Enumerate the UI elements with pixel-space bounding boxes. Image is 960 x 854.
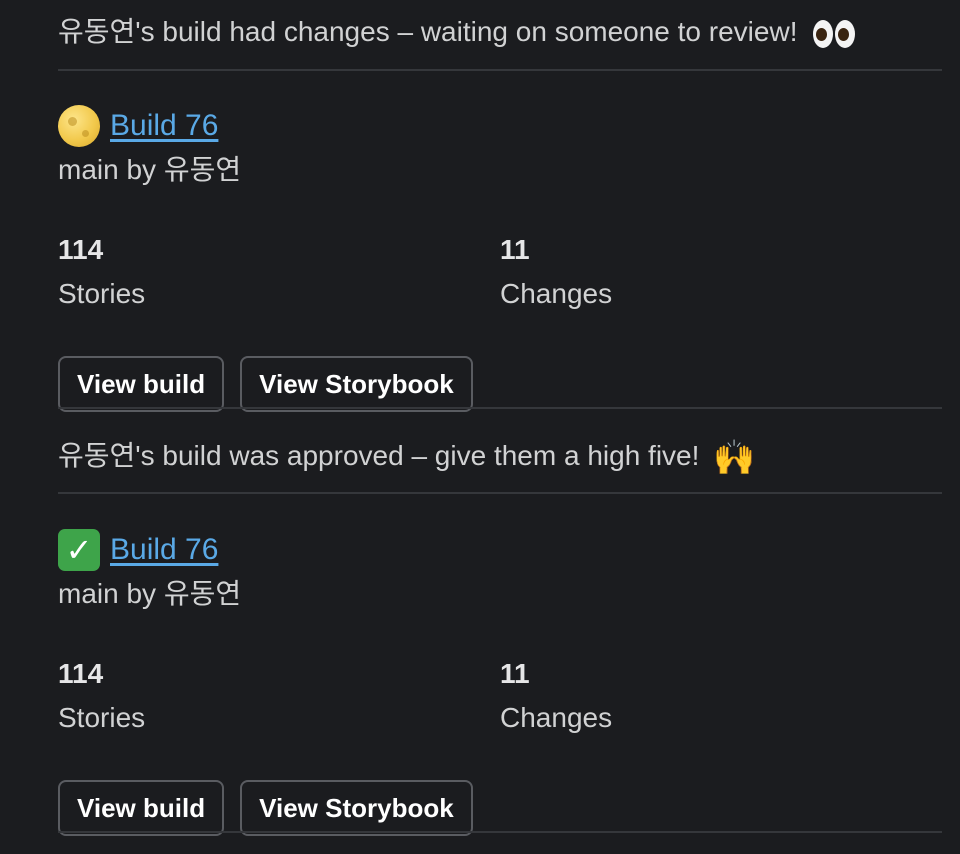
- raised-hands-icon: 🙌: [713, 438, 756, 477]
- build-branch-author: main by 유동연: [58, 154, 242, 185]
- build-title-row: ✓ Build 76: [58, 528, 942, 572]
- build-stats: 114 Stories 11 Changes: [58, 652, 942, 752]
- eyes-icon: [813, 19, 856, 48]
- check-mark-icon: ✓: [58, 529, 100, 571]
- stories-label: Stories: [58, 278, 146, 309]
- full-moon-icon: [58, 105, 100, 147]
- changes-count: 11: [500, 658, 530, 689]
- view-build-button[interactable]: View build: [58, 780, 225, 836]
- divider: [58, 492, 942, 494]
- stories-label: Stories: [58, 702, 146, 733]
- notice-text: 유동연's build had changes – waiting on som…: [58, 16, 798, 47]
- build-link[interactable]: Build 76: [110, 533, 218, 567]
- message-feed: 유동연's build had changes – waiting on som…: [0, 0, 960, 854]
- changes-count: 11: [500, 234, 530, 265]
- changes-stat: 11 Changes: [500, 652, 612, 740]
- changes-stat: 11 Changes: [500, 228, 612, 316]
- build-approved-notice: 유동연's build was approved – give them a h…: [58, 436, 756, 478]
- build-stats: 114 Stories 11 Changes: [58, 228, 942, 328]
- view-build-button[interactable]: View build: [58, 356, 225, 412]
- notice-text: 유동연's build was approved – give them a h…: [58, 440, 700, 471]
- divider: [58, 831, 942, 833]
- stories-stat: 114 Stories: [58, 652, 145, 740]
- build-actions: View build View Storybook: [58, 780, 942, 836]
- build-link[interactable]: Build 76: [110, 109, 218, 143]
- stories-count: 114: [58, 234, 104, 265]
- changes-label: Changes: [500, 702, 613, 733]
- stories-count: 114: [58, 658, 104, 689]
- view-storybook-button[interactable]: View Storybook: [240, 780, 473, 836]
- changes-label: Changes: [500, 278, 613, 309]
- divider: [58, 69, 942, 71]
- stories-stat: 114 Stories: [58, 228, 145, 316]
- build-card: ✓ Build 76 main by 유동연 114 Stories 11 Ch…: [58, 528, 942, 836]
- divider: [58, 407, 942, 409]
- build-actions: View build View Storybook: [58, 356, 942, 412]
- build-branch-author: main by 유동연: [58, 578, 242, 609]
- build-title-row: Build 76: [58, 104, 942, 148]
- build-card: Build 76 main by 유동연 114 Stories 11 Chan…: [58, 104, 942, 412]
- review-waiting-notice: 유동연's build had changes – waiting on som…: [58, 12, 856, 52]
- view-storybook-button[interactable]: View Storybook: [240, 356, 473, 412]
